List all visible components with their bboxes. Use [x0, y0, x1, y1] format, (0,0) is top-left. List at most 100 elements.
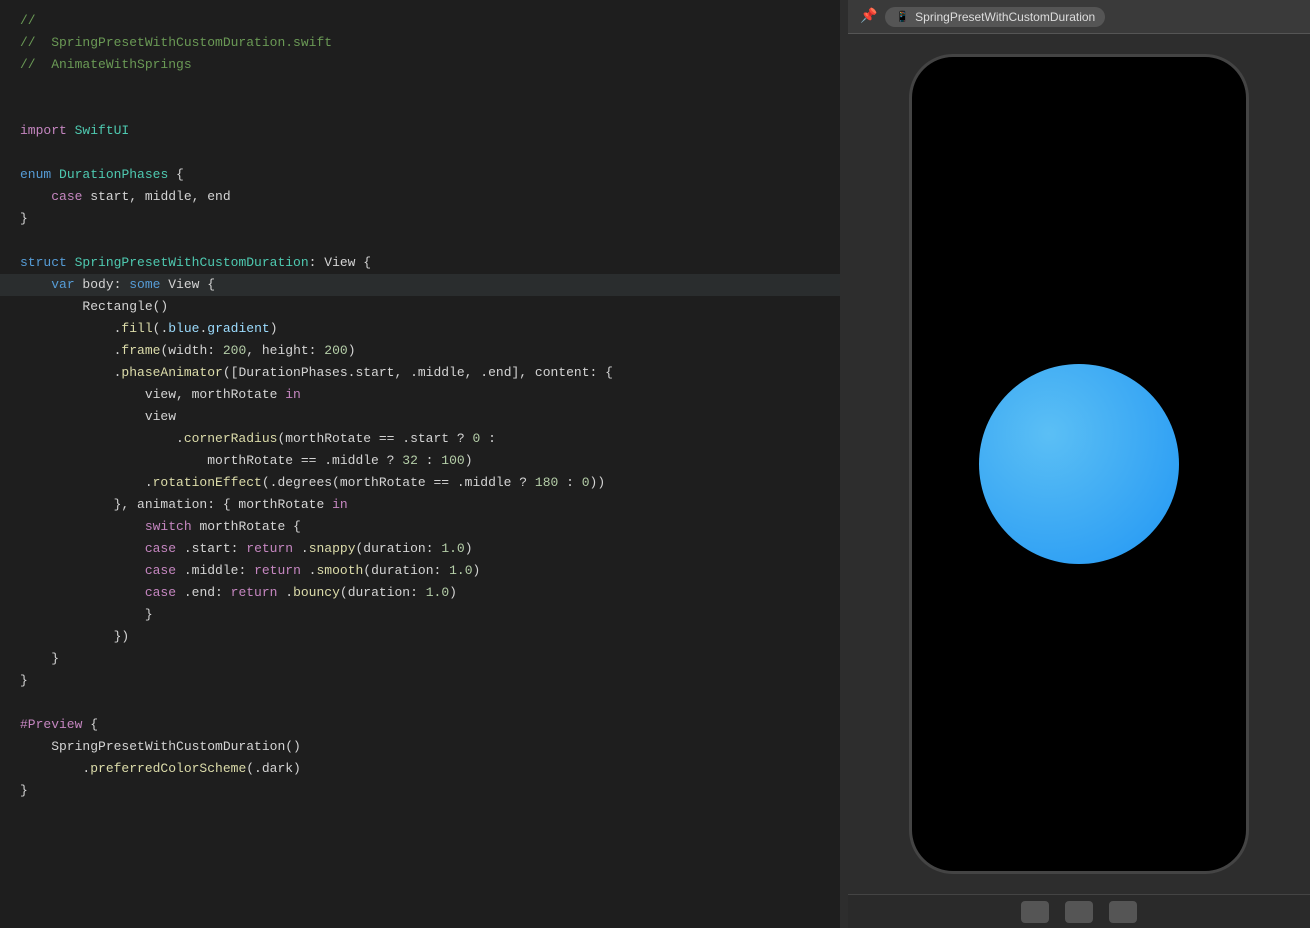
code-token: (morthRotate == .start ?: [277, 428, 472, 450]
bottom-button-3[interactable]: [1109, 901, 1137, 923]
code-token: return: [231, 582, 278, 604]
code-token: .: [20, 362, 121, 384]
code-token: return: [254, 560, 301, 582]
code-token: case: [145, 560, 176, 582]
code-token: case: [145, 538, 176, 560]
code-line: }: [0, 670, 840, 692]
code-token: enum: [20, 164, 51, 186]
code-line: [0, 98, 840, 120]
code-line: //: [0, 10, 840, 32]
code-token: .start:: [176, 538, 246, 560]
code-token: [20, 186, 51, 208]
code-token: #Preview: [20, 714, 82, 736]
code-line: [0, 230, 840, 252]
code-token: [67, 252, 75, 274]
code-line: morthRotate == .middle ? 32 : 100): [0, 450, 840, 472]
phone-frame: [909, 54, 1249, 874]
code-token: some: [129, 274, 160, 296]
code-token: (duration:: [363, 560, 449, 582]
code-token: fill: [121, 318, 152, 340]
code-token: smooth: [316, 560, 363, 582]
code-token: {: [82, 714, 98, 736]
code-line: case .middle: return .smooth(duration: 1…: [0, 560, 840, 582]
code-token: }: [20, 670, 28, 692]
code-token: [67, 120, 75, 142]
code-line: Rectangle(): [0, 296, 840, 318]
code-token: View {: [160, 274, 215, 296]
code-token: 200: [324, 340, 347, 362]
code-token: .end:: [176, 582, 231, 604]
code-line: }: [0, 208, 840, 230]
code-token: )): [590, 472, 606, 494]
code-line: }: [0, 780, 840, 802]
bottom-button-2[interactable]: [1065, 901, 1093, 923]
code-token: SpringPresetWithCustomDuration(): [20, 736, 301, 758]
code-token: gradient: [207, 318, 269, 340]
code-token: ): [473, 560, 481, 582]
code-token: view, morthRotate: [20, 384, 285, 406]
code-token: .: [293, 538, 309, 560]
code-token: ([DurationPhases.start, .middle, .end], …: [223, 362, 613, 384]
code-token: ): [270, 318, 278, 340]
code-line: .preferredColorScheme(.dark): [0, 758, 840, 780]
code-line: import SwiftUI: [0, 120, 840, 142]
code-token: : View {: [309, 252, 371, 274]
code-token: 0: [582, 472, 590, 494]
code-token: (duration:: [340, 582, 426, 604]
code-line: // SpringPresetWithCustomDuration.swift: [0, 32, 840, 54]
bottom-button-1[interactable]: [1021, 901, 1049, 923]
code-line: [0, 692, 840, 714]
code-line: view, morthRotate in: [0, 384, 840, 406]
code-line: var body: some View {: [0, 274, 840, 296]
blue-circle: [979, 364, 1179, 564]
code-line: }: [0, 648, 840, 670]
code-token: cornerRadius: [184, 428, 278, 450]
panel-divider[interactable]: [840, 0, 848, 928]
code-content: //// SpringPresetWithCustomDuration.swif…: [0, 0, 840, 812]
code-token: // SpringPresetWithCustomDuration.swift: [20, 32, 332, 54]
code-token: 1.0: [426, 582, 449, 604]
preview-body: [848, 34, 1310, 894]
code-token: 1.0: [449, 560, 472, 582]
code-token: view: [20, 406, 176, 428]
code-token: .: [199, 318, 207, 340]
code-line: switch morthRotate {: [0, 516, 840, 538]
code-token: .: [277, 582, 293, 604]
code-line: // AnimateWithSprings: [0, 54, 840, 76]
code-token: SwiftUI: [75, 120, 130, 142]
code-token: 0: [473, 428, 481, 450]
device-icon: 📱: [895, 10, 909, 23]
code-token: ): [465, 538, 473, 560]
code-token: case: [51, 186, 82, 208]
code-line: struct SpringPresetWithCustomDuration: V…: [0, 252, 840, 274]
code-token: 100: [441, 450, 464, 472]
code-token: [20, 560, 145, 582]
code-token: snappy: [309, 538, 356, 560]
code-token: .: [20, 340, 121, 362]
preview-title-pill: 📱 SpringPresetWithCustomDuration: [885, 7, 1105, 27]
code-line: enum DurationPhases {: [0, 164, 840, 186]
code-token: .: [20, 758, 90, 780]
code-token: }: [20, 208, 28, 230]
code-token: 200: [223, 340, 246, 362]
code-token: 180: [535, 472, 558, 494]
code-token: body:: [75, 274, 130, 296]
code-token: Rectangle(): [20, 296, 168, 318]
code-line: case .end: return .bouncy(duration: 1.0): [0, 582, 840, 604]
code-token: ): [465, 450, 473, 472]
code-token: .middle:: [176, 560, 254, 582]
code-token: preferredColorScheme: [90, 758, 246, 780]
code-token: .: [301, 560, 317, 582]
code-token: :: [418, 450, 441, 472]
code-token: //: [20, 10, 36, 32]
bottom-bar: [848, 894, 1310, 928]
code-token: ): [348, 340, 356, 362]
code-token: import: [20, 120, 67, 142]
code-token: var: [51, 274, 74, 296]
code-token: {: [168, 164, 184, 186]
preview-panel: 📌 📱 SpringPresetWithCustomDuration: [848, 0, 1310, 928]
code-line: #Preview {: [0, 714, 840, 736]
code-token: .: [20, 318, 121, 340]
code-token: // AnimateWithSprings: [20, 54, 192, 76]
code-token: SpringPresetWithCustomDuration: [75, 252, 309, 274]
